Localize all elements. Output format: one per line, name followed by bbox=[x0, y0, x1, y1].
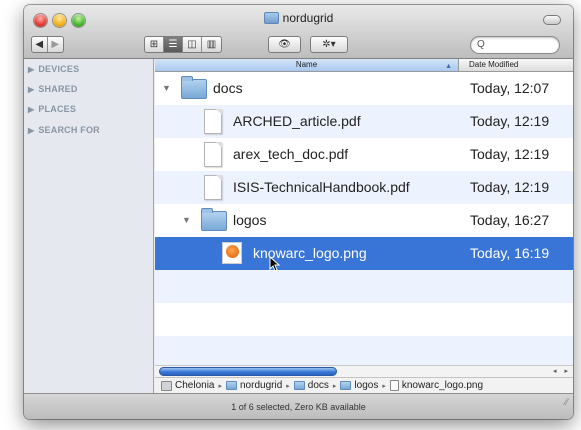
action-button[interactable]: ✲▾ bbox=[310, 36, 348, 53]
sidebar-item-devices[interactable]: ▶ DEVICES bbox=[28, 64, 79, 74]
icon-view-button[interactable]: ⊞ bbox=[145, 37, 164, 52]
disclosure-triangle-icon[interactable]: ▼ bbox=[182, 215, 191, 225]
disclosure-triangle-icon[interactable]: ▶ bbox=[28, 126, 34, 135]
eye-icon: 👁 bbox=[278, 39, 291, 50]
pdf-document-icon bbox=[204, 175, 222, 200]
table-row[interactable]: ARCHED_article.pdf Today, 12:19 bbox=[155, 105, 573, 138]
path-separator-icon: ▸ bbox=[332, 382, 337, 390]
png-file-icon bbox=[389, 380, 399, 391]
file-name: ISIS-TechnicalHandbook.pdf bbox=[233, 179, 410, 195]
coverflow-view-button[interactable]: ▥ bbox=[202, 37, 221, 52]
path-item-file[interactable]: knowarc_logo.png bbox=[389, 380, 483, 391]
file-date: Today, 12:19 bbox=[470, 179, 550, 195]
path-separator-icon: ▸ bbox=[382, 382, 386, 390]
file-date: Today, 16:19 bbox=[470, 245, 550, 261]
table-row[interactable]: ▼ docs Today, 12:07 bbox=[155, 72, 573, 105]
sidebar-item-search-for[interactable]: ▶ SEARCH FOR bbox=[28, 125, 100, 135]
window-title-text: nordugrid bbox=[282, 11, 334, 25]
path-item-nordugrid[interactable]: nordugrid bbox=[226, 380, 282, 391]
mouse-cursor-icon bbox=[269, 256, 281, 272]
disclosure-triangle-icon[interactable]: ▶ bbox=[28, 105, 34, 114]
folder-icon bbox=[201, 208, 227, 231]
file-date: Today, 12:19 bbox=[470, 113, 550, 129]
name-column-header[interactable]: Name ▲ bbox=[155, 59, 459, 71]
table-row-selected[interactable]: knowarc_logo.png Today, 16:19 bbox=[155, 237, 573, 270]
folder-icon bbox=[181, 76, 207, 99]
view-buttons: ⊞ ☰ ◫ ▥ bbox=[144, 36, 222, 53]
file-name: arex_tech_doc.pdf bbox=[233, 146, 349, 162]
folder-icon bbox=[340, 381, 352, 390]
path-separator-icon: ▸ bbox=[286, 382, 290, 390]
table-row[interactable]: ISIS-TechnicalHandbook.pdf Today, 12:19 bbox=[155, 171, 573, 204]
column-header: Name ▲ Date Modified bbox=[155, 59, 573, 72]
folder-icon bbox=[226, 381, 237, 390]
sidebar-item-shared[interactable]: ▶ SHARED bbox=[28, 84, 78, 94]
path-separator-icon: ▸ bbox=[218, 382, 222, 390]
forward-button[interactable]: ▶ bbox=[48, 37, 63, 52]
horizontal-scrollbar[interactable]: ◂ ▸ bbox=[155, 365, 573, 377]
toolbar-toggle-button[interactable] bbox=[543, 15, 561, 25]
scrollbar-thumb[interactable] bbox=[159, 367, 337, 376]
file-name: logos bbox=[233, 212, 267, 228]
pdf-document-icon bbox=[204, 109, 222, 134]
status-bar: 1 of 6 selected, Zero KB available ⁄⁄ bbox=[24, 393, 573, 419]
table-row-empty bbox=[155, 336, 573, 365]
disclosure-triangle-icon[interactable]: ▶ bbox=[28, 65, 34, 74]
date-modified-column-header[interactable]: Date Modified bbox=[469, 59, 518, 71]
table-row-empty bbox=[155, 303, 573, 336]
column-view-button[interactable]: ◫ bbox=[183, 37, 202, 52]
disclosure-triangle-icon[interactable]: ▶ bbox=[28, 85, 34, 94]
status-text: 1 of 6 selected, Zero KB available bbox=[231, 402, 366, 412]
nav-buttons: ◀ ▶ bbox=[31, 36, 64, 53]
folder-icon bbox=[263, 12, 279, 24]
table-row[interactable]: ▼ logos Today, 16:27 bbox=[155, 204, 573, 237]
gear-icon: ✲▾ bbox=[322, 39, 336, 50]
file-name: docs bbox=[213, 80, 243, 96]
path-item-chelonia[interactable]: Chelonia bbox=[161, 380, 214, 391]
search-icon: Q bbox=[477, 39, 485, 50]
sidebar: ▶ DEVICES ▶ SHARED ▶ PLACES ▶ SEARCH FOR bbox=[24, 59, 154, 393]
window-title: nordugrid bbox=[24, 11, 573, 25]
pdf-document-icon bbox=[204, 142, 222, 167]
scroll-arrows-icon[interactable]: ◂ ▸ bbox=[553, 367, 571, 375]
file-list: Name ▲ Date Modified ▼ docs Today, 12:07 … bbox=[155, 59, 573, 393]
file-date: Today, 12:07 bbox=[470, 80, 550, 96]
back-button[interactable]: ◀ bbox=[32, 37, 48, 52]
hard-drive-icon bbox=[161, 380, 172, 391]
folder-icon bbox=[293, 381, 305, 390]
path-item-docs[interactable]: docs bbox=[293, 380, 329, 391]
quicklook-button[interactable]: 👁 bbox=[268, 36, 301, 53]
table-row[interactable]: arex_tech_doc.pdf Today, 12:19 bbox=[155, 138, 573, 171]
png-image-icon bbox=[222, 242, 242, 264]
resize-grip-icon[interactable]: ⁄⁄ bbox=[565, 389, 568, 415]
file-name: ARCHED_article.pdf bbox=[233, 113, 361, 129]
table-row-empty bbox=[155, 270, 573, 303]
disclosure-triangle-icon[interactable]: ▼ bbox=[162, 83, 171, 93]
finder-window: nordugrid ◀ ▶ ⊞ ☰ ◫ ▥ 👁 ✲▾ Q ▶ DEVICES ▶ S… bbox=[24, 5, 573, 419]
path-item-logos[interactable]: logos bbox=[340, 380, 378, 391]
file-date: Today, 16:27 bbox=[470, 212, 550, 228]
list-view-button[interactable]: ☰ bbox=[164, 37, 183, 52]
sidebar-item-places[interactable]: ▶ PLACES bbox=[28, 104, 76, 114]
titlebar: nordugrid ◀ ▶ ⊞ ☰ ◫ ▥ 👁 ✲▾ Q bbox=[24, 5, 573, 59]
file-date: Today, 12:19 bbox=[470, 146, 550, 162]
path-bar: Chelonia ▸ nordugrid ▸ docs ▸ logos ▸ kn… bbox=[155, 377, 573, 393]
search-input[interactable]: Q bbox=[470, 36, 560, 54]
